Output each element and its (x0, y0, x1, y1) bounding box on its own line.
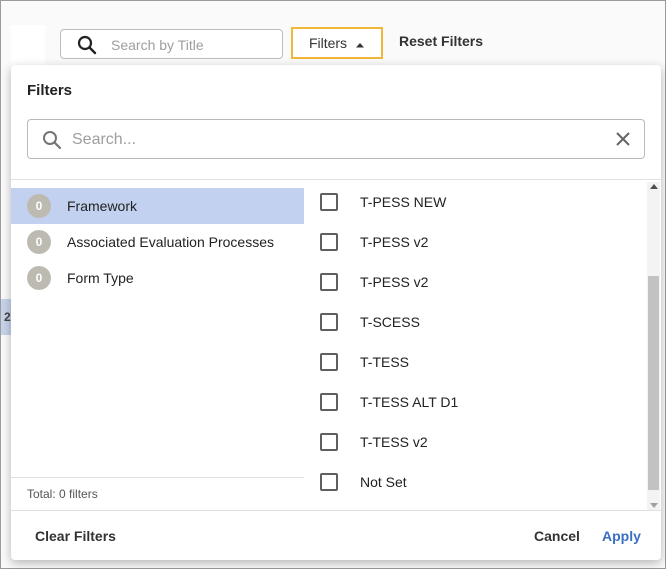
checkbox[interactable] (320, 233, 338, 251)
background-row-fragment: 2 (4, 310, 11, 324)
filter-option[interactable]: T-PESS NEW (304, 182, 640, 222)
category-framework[interactable]: 0 Framework (11, 188, 304, 224)
filter-option[interactable]: T-PESS v2 (304, 262, 640, 302)
checkbox[interactable] (320, 393, 338, 411)
left-panel-tile (11, 25, 45, 67)
title-search-input[interactable] (111, 35, 276, 55)
filter-option[interactable]: T-PESS v2 (304, 222, 640, 262)
option-label: T-TESS ALT D1 (360, 394, 459, 410)
scroll-up-arrow-icon[interactable] (650, 184, 658, 189)
page-frame: 2 Filters Reset Filters Filters 0 (0, 0, 666, 569)
search-icon (42, 130, 62, 155)
caret-up-icon (355, 35, 365, 51)
title-search-box[interactable] (60, 29, 283, 59)
category-label: Associated Evaluation Processes (67, 234, 274, 250)
option-label: T-PESS v2 (360, 234, 429, 250)
divider (11, 510, 661, 511)
filters-button-label: Filters (308, 35, 348, 51)
checkbox[interactable] (320, 353, 338, 371)
options-scrollbar[interactable] (647, 182, 660, 510)
checkbox[interactable] (320, 193, 338, 211)
filter-option[interactable]: T-TESS ALT D1 (304, 382, 640, 422)
checkbox[interactable] (320, 433, 338, 451)
dialog-title: Filters (27, 82, 73, 99)
count-badge: 0 (27, 266, 51, 290)
filter-option[interactable]: T-TESS (304, 342, 640, 382)
scrollbar-thumb[interactable] (648, 276, 659, 490)
filter-option[interactable]: T-SCESS (304, 302, 640, 342)
total-filters-count: Total: 0 filters (27, 487, 98, 501)
apply-button[interactable]: Apply (602, 528, 641, 544)
clear-search-icon[interactable] (614, 130, 632, 153)
scroll-down-arrow-icon[interactable] (650, 503, 658, 508)
category-label: Form Type (67, 270, 134, 286)
category-label: Framework (67, 198, 138, 214)
count-badge: 0 (27, 230, 51, 254)
filter-option-list: T-PESS NEW T-PESS v2 T-PESS v2 T-SCESS T… (304, 182, 640, 502)
clear-filters-button[interactable]: Clear Filters (35, 528, 116, 544)
filter-option[interactable]: Not Set (304, 462, 640, 502)
filters-button[interactable]: Filters (291, 27, 383, 59)
count-badge: 0 (27, 194, 51, 218)
checkbox[interactable] (320, 313, 338, 331)
cancel-button[interactable]: Cancel (534, 528, 580, 544)
category-associated-evaluation-processes[interactable]: 0 Associated Evaluation Processes (11, 224, 304, 260)
filter-category-list: 0 Framework 0 Associated Evaluation Proc… (11, 188, 304, 296)
option-label: T-TESS (360, 354, 410, 370)
option-label: T-SCESS (360, 314, 420, 330)
option-label: Not Set (360, 474, 407, 490)
filter-search-input[interactable] (72, 129, 602, 151)
option-label: T-PESS v2 (360, 274, 429, 290)
search-icon (77, 35, 97, 60)
option-label: T-TESS v2 (360, 434, 428, 450)
filter-option[interactable]: T-TESS v2 (304, 422, 640, 462)
divider (11, 179, 661, 180)
divider (11, 477, 304, 478)
filter-search-box[interactable] (27, 119, 645, 159)
option-label: T-PESS NEW (360, 194, 447, 210)
category-form-type[interactable]: 0 Form Type (11, 260, 304, 296)
reset-filters-button[interactable]: Reset Filters (399, 33, 483, 49)
checkbox[interactable] (320, 273, 338, 291)
checkbox[interactable] (320, 473, 338, 491)
filters-dialog: Filters 0 Framework 0 Associated Evaluat… (11, 65, 661, 560)
